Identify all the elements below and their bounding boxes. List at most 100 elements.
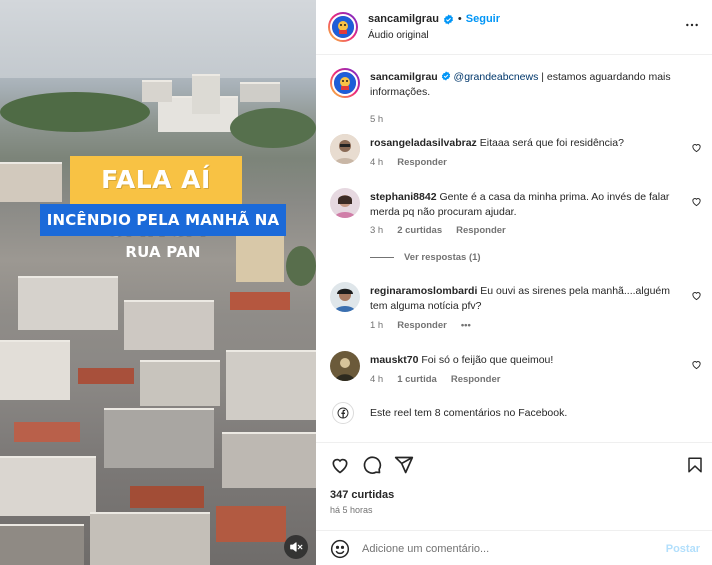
muted-speaker-icon xyxy=(290,542,303,552)
likes-count[interactable]: 347 curtidas xyxy=(330,489,394,501)
post-details-panel: sancamilgrau • Seguir Áudio original san… xyxy=(316,0,712,565)
video-trees xyxy=(286,246,316,286)
facebook-note-text: Este reel tem 8 comentários no Facebook. xyxy=(370,407,568,419)
caption: sancamilgrau @grandeabcnews | estamos ag… xyxy=(330,66,710,126)
video-trees xyxy=(0,92,150,132)
sanca-logo-icon xyxy=(340,77,350,90)
comment-likes[interactable]: 2 curtidas xyxy=(397,225,442,236)
video-roof xyxy=(78,368,134,384)
add-comment-bar: Adicione um comentário... Postar xyxy=(316,530,712,565)
comment-likes[interactable]: 1 curtida xyxy=(397,374,437,385)
more-options-icon[interactable] xyxy=(684,17,700,33)
reply-button[interactable]: Responder xyxy=(451,374,501,385)
comment-input[interactable]: Adicione um comentário... xyxy=(362,543,489,555)
like-comment-heart-icon[interactable] xyxy=(691,290,702,301)
video-building xyxy=(140,360,220,406)
person-photo-icon xyxy=(330,351,360,381)
commenter-avatar[interactable] xyxy=(330,282,360,312)
share-paper-plane-icon[interactable] xyxy=(394,455,414,475)
person-photo-icon xyxy=(330,282,360,312)
video-roof xyxy=(14,422,80,442)
video-building xyxy=(0,162,62,202)
video-building xyxy=(236,232,284,282)
caption-time[interactable]: 5 h xyxy=(370,114,383,125)
facebook-icon xyxy=(337,407,349,419)
save-bookmark-icon[interactable] xyxy=(686,455,704,475)
sanca-logo-icon xyxy=(338,21,348,34)
video-roof xyxy=(230,292,290,310)
comment-time[interactable]: 3 h xyxy=(370,225,383,236)
comment-item: mauskt70 Foi só o feijão que queimou! 4 … xyxy=(330,349,710,389)
reply-button[interactable]: Responder xyxy=(397,320,447,331)
video-building xyxy=(142,80,172,102)
reply-button[interactable]: Responder xyxy=(456,225,506,236)
caption-username[interactable]: sancamilgrau xyxy=(370,71,438,83)
replies-divider xyxy=(370,257,394,258)
mute-button[interactable] xyxy=(284,535,308,559)
like-comment-heart-icon[interactable] xyxy=(691,196,702,207)
video-subtitle-banner: INCÊNDIO PELA MANHÃ NA RUA PAN xyxy=(40,204,286,261)
comment-more-options[interactable]: ••• xyxy=(461,320,471,331)
post-time[interactable]: há 5 horas xyxy=(330,505,373,515)
video-title-banner: FALA AÍ SANCA xyxy=(70,156,242,242)
post-header: sancamilgrau • Seguir Áudio original xyxy=(316,0,712,55)
comment-username[interactable]: rosangeladasilvabraz xyxy=(370,137,477,149)
comment-text: Foi só o feijão que queimou! xyxy=(421,354,554,366)
emoji-icon[interactable] xyxy=(330,539,350,559)
person-photo-icon xyxy=(330,188,360,218)
person-photo-icon xyxy=(330,134,360,164)
commenter-avatar[interactable] xyxy=(330,351,360,381)
author-username[interactable]: sancamilgrau xyxy=(368,13,439,25)
author-avatar[interactable] xyxy=(328,12,358,42)
video-trees xyxy=(230,108,316,148)
post-actions: 347 curtidas há 5 horas xyxy=(316,442,712,522)
comment-username[interactable]: mauskt70 xyxy=(370,354,418,366)
caption-text: sancamilgrau @grandeabcnews | estamos ag… xyxy=(370,70,690,100)
video-building xyxy=(226,350,316,420)
video-building xyxy=(0,456,96,516)
comment-username[interactable]: reginaramoslombardi xyxy=(370,285,477,297)
like-comment-heart-icon[interactable] xyxy=(691,359,702,370)
video-building xyxy=(240,82,280,102)
view-replies-label: Ver respostas (1) xyxy=(404,252,481,263)
comment-time[interactable]: 1 h xyxy=(370,320,383,331)
comment-username[interactable]: stephani8842 xyxy=(370,191,437,203)
video-building xyxy=(222,432,316,488)
comments-list: sancamilgrau @grandeabcnews | estamos ag… xyxy=(316,56,712,441)
video-roof xyxy=(130,486,204,508)
commenter-avatar[interactable] xyxy=(330,134,360,164)
video-building xyxy=(0,524,84,565)
view-replies-button[interactable]: Ver respostas (1) xyxy=(370,252,481,263)
facebook-comments-note[interactable]: Este reel tem 8 comentários no Facebook. xyxy=(330,402,710,428)
video-roof xyxy=(216,506,286,542)
post-comment-button[interactable]: Postar xyxy=(666,543,700,555)
follow-button[interactable]: Seguir xyxy=(466,13,500,25)
comment-time[interactable]: 4 h xyxy=(370,374,383,385)
like-heart-icon[interactable] xyxy=(330,455,350,475)
reply-button[interactable]: Responder xyxy=(397,157,447,168)
audio-link[interactable]: Áudio original xyxy=(368,30,429,41)
commenter-avatar[interactable] xyxy=(330,188,360,218)
caption-meta: 5 h xyxy=(370,114,383,125)
comment-bubble-icon[interactable] xyxy=(362,455,382,475)
verified-badge-icon xyxy=(441,71,450,81)
video-building xyxy=(104,408,214,468)
reel-video[interactable]: FALA AÍ SANCA INCÊNDIO PELA MANHÃ NA RUA… xyxy=(0,0,316,565)
like-comment-heart-icon[interactable] xyxy=(691,142,702,153)
comment-item: reginaramoslombardi Eu ouvi as sirenes p… xyxy=(330,280,710,340)
comment-text: Eitaaa será que foi residência? xyxy=(479,137,624,149)
video-building xyxy=(90,512,210,565)
video-sky xyxy=(0,0,316,78)
facebook-icon-wrap xyxy=(332,402,354,424)
comment-item: rosangeladasilvabraz Eitaaa será que foi… xyxy=(330,132,710,172)
video-building xyxy=(18,276,118,330)
comment-time[interactable]: 4 h xyxy=(370,157,383,168)
comment-item: stephani8842 Gente é a casa da minha pri… xyxy=(330,186,710,266)
video-building xyxy=(0,340,70,400)
separator-dot: • xyxy=(457,13,462,25)
video-building xyxy=(124,300,214,350)
video-building xyxy=(192,74,220,114)
caption-avatar[interactable] xyxy=(330,68,360,98)
verified-badge-icon xyxy=(443,13,453,25)
caption-mention[interactable]: @grandeabcnews xyxy=(454,71,539,83)
